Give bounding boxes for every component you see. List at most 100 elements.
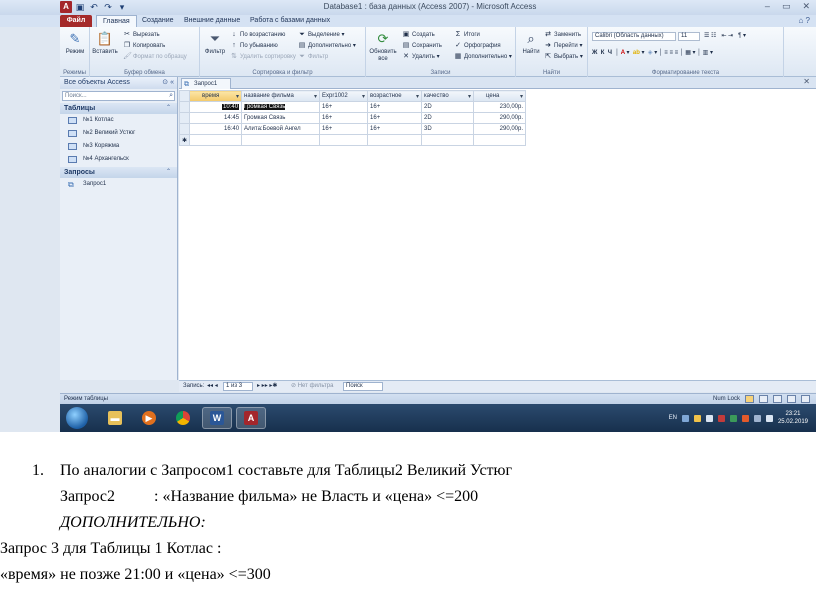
folder-icon: ▬ [108, 411, 122, 425]
header-row: время ▾ название фильма ▾ Expr1002 ▾ возрас… [178, 90, 527, 102]
tray-icon[interactable] [717, 414, 725, 422]
column-header[interactable]: время ▾ [189, 90, 243, 102]
tab-file[interactable]: Файл [60, 15, 92, 27]
window-title: Database1 : база данных (Access 2007) - … [323, 2, 537, 11]
record-search-input[interactable]: Поиск [343, 382, 383, 391]
column-header[interactable]: возрастное ▾ [367, 90, 423, 102]
tray-icon[interactable] [729, 414, 737, 422]
new-record-button[interactable]: ▣ Создать [402, 30, 435, 39]
font-name-select[interactable]: Calibri (Область данных) [592, 32, 676, 41]
select-button[interactable]: ⇱ Выбрать ▾ [544, 52, 583, 61]
paste-button[interactable]: 📋 Вставить [92, 29, 118, 56]
format-painter-button[interactable]: 🖌Формат по образцу [123, 52, 187, 61]
redo-icon[interactable]: ↷ [102, 1, 114, 13]
close-button[interactable]: ✕ [802, 1, 810, 12]
nav-table-item[interactable]: №1 Котлас [60, 114, 177, 127]
undo-icon[interactable]: ↶ [88, 1, 100, 13]
save-icon[interactable]: ▣ [74, 1, 86, 13]
filter-button[interactable]: ⏷ Фильтр [202, 29, 228, 56]
sql-view-icon[interactable] [787, 395, 796, 403]
word-taskbar-icon[interactable]: W [202, 407, 232, 429]
explorer-taskbar-icon[interactable]: ▬ [100, 407, 130, 429]
group-text-formatting: Calibri (Область данных) 11 ☰ ☷ ⇤ ⇥ ¶ ▾ … [588, 27, 784, 77]
datasheet-view-icon[interactable] [745, 395, 754, 403]
tab-database-tools[interactable]: Работа с базами данных [244, 15, 336, 27]
table-row[interactable]: 16:40 Алита:Боевой Ангел 16+ 16+ 3D 290,… [178, 123, 527, 135]
nav-table-item[interactable]: №2 Великий Устюг [60, 127, 177, 140]
nav-section-tables[interactable]: Таблицы ⌃ [60, 103, 177, 114]
access-app-icon[interactable]: A [60, 1, 72, 13]
goto-button[interactable]: ➜ Перейти ▾ [544, 41, 582, 50]
save-record-icon: ▤ [402, 42, 410, 49]
clock[interactable]: 23:21 25.02.2019 [778, 410, 808, 426]
volume-icon[interactable] [765, 414, 773, 422]
sort-descending-button[interactable]: ↑ По убыванию [230, 41, 278, 50]
filter-status[interactable]: ⊘ Нет фильтра [291, 381, 333, 392]
replace-button[interactable]: ⇄ Заменить [544, 30, 581, 39]
selection-button[interactable]: ⏷ Выделение ▾ [298, 30, 344, 39]
nav-section-queries[interactable]: Запросы ⌃ [60, 167, 177, 178]
table-row[interactable]: 14:45 Громкая Связь 16+ 16+ 2D 290,00р. [178, 112, 527, 124]
more-icon: ▦ [454, 53, 462, 60]
nav-search-input[interactable]: Поиск... ⌕ [62, 91, 175, 101]
more-records-button[interactable]: ▦ Дополнительно ▾ [454, 52, 512, 61]
pivot-table-view-icon[interactable] [759, 395, 768, 403]
maximize-button[interactable]: ▭ [782, 1, 791, 12]
delete-record-button[interactable]: ✕ Удалить ▾ [402, 52, 440, 61]
design-view-icon[interactable] [801, 395, 810, 403]
tray-icon[interactable] [693, 414, 701, 422]
language-indicator[interactable]: EN [669, 415, 677, 421]
clear-sort-button[interactable]: ⇅ Удалить сортировку [230, 52, 296, 61]
first-record-button[interactable]: ◂◂ ◂ [207, 381, 218, 392]
record-position[interactable]: 1 из 3 [223, 382, 253, 391]
minimize-button[interactable]: – [765, 1, 770, 12]
tab-external-data[interactable]: Внешние данные [178, 15, 246, 27]
copy-button[interactable]: ❐ Копировать [123, 41, 165, 50]
tab-create[interactable]: Создание [136, 15, 180, 27]
column-header[interactable]: качество ▾ [421, 90, 475, 102]
advanced-filter-button[interactable]: ▤ Дополнительно ▾ [298, 41, 356, 50]
column-header[interactable]: Expr1002 ▾ [319, 90, 369, 102]
save-record-button[interactable]: ▤ Сохранить [402, 41, 442, 50]
network-icon[interactable] [753, 414, 761, 422]
select-all-cell[interactable] [178, 90, 191, 102]
column-header[interactable]: цена ▾ [473, 90, 527, 102]
start-button[interactable] [66, 407, 88, 429]
chrome-taskbar-icon[interactable] [168, 407, 198, 429]
word-icon: W [210, 411, 224, 425]
media-player-taskbar-icon[interactable]: ▶ [134, 407, 164, 429]
tray-icon[interactable] [705, 414, 713, 422]
pivot-chart-view-icon[interactable] [773, 395, 782, 403]
list-buttons[interactable]: ☰ ☷ ⇤ ⇥ ¶ ▾ [704, 32, 746, 41]
view-button[interactable]: ✎ Режим [62, 29, 88, 56]
replace-icon: ⇄ [545, 31, 551, 38]
sort-ascending-button[interactable]: ↓ По возрастанию [230, 30, 285, 39]
chevron-down-icon[interactable]: ▾ [116, 1, 128, 13]
find-button[interactable]: ⌕ Найти [518, 29, 544, 56]
spelling-button[interactable]: ✓ Орфография [454, 41, 501, 50]
access-taskbar-icon[interactable]: A [236, 407, 266, 429]
nav-table-item[interactable]: №3 Коряжма [60, 140, 177, 153]
datasheet-grid: время ▾ название фильма ▾ Expr1002 ▾ возрас… [178, 90, 527, 146]
refresh-all-button[interactable]: ⟳ Обновить все [368, 29, 398, 63]
tab-query1[interactable]: ⧉ Запрос1 [181, 78, 231, 89]
tray-icon[interactable] [741, 414, 749, 422]
help-icon[interactable]: ⌂ ? [798, 16, 810, 25]
next-record-buttons[interactable]: ▸ ▸▸ ▸✱ [257, 381, 277, 392]
nav-table-item[interactable]: №4 Архангельск [60, 153, 177, 166]
cut-button[interactable]: ✂ Вырезать [123, 30, 160, 39]
tray-icon[interactable] [681, 414, 689, 422]
table-row[interactable]: 10:40 Громкая Связь 16+ 16+ 2D 230,00р. [178, 101, 527, 113]
nav-collapse-icon[interactable]: ⊙ « [162, 77, 174, 89]
bold-italic-underline-buttons[interactable]: Ж К Ч │ A ▾ ab ▾ ◈ ▾ │ ≡ ≡ ≡ │ ▦ ▾ │ ▥ ▾ [592, 49, 713, 58]
new-record-row[interactable]: ✱ [178, 134, 527, 146]
totals-button[interactable]: Σ Итоги [454, 30, 480, 39]
column-header[interactable]: название фильма ▾ [241, 90, 321, 102]
font-size-select[interactable]: 11 [678, 32, 700, 41]
refresh-icon: ⟳ [377, 30, 389, 46]
nav-query-item[interactable]: ⧉ Запрос1 [60, 178, 177, 191]
tab-home[interactable]: Главная [96, 15, 137, 27]
nav-header[interactable]: Все объекты Access ⊙ « [60, 77, 177, 89]
toggle-filter-button[interactable]: ⏷ Фильтр [298, 52, 328, 61]
close-icon[interactable]: ✕ [803, 77, 810, 86]
